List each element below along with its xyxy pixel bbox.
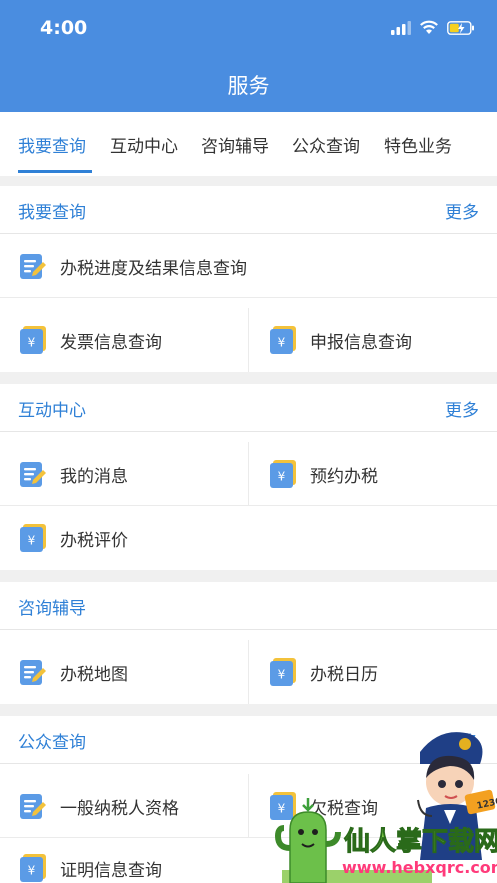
page-title: 服务 <box>227 74 270 98</box>
battery-charging-icon <box>447 20 474 35</box>
service-item-tax-progress[interactable]: 办税进度及结果信息查询 <box>18 234 247 298</box>
service-item-my-messages[interactable]: 我的消息 <box>18 442 128 506</box>
column-divider <box>248 774 249 838</box>
active-tab-indicator <box>18 170 92 173</box>
signal-icon <box>391 20 411 35</box>
svg-text:¥: ¥ <box>28 864 36 878</box>
service-item-tax-map[interactable]: 办税地图 <box>18 640 128 704</box>
more-link[interactable]: 更多 <box>445 396 479 421</box>
service-item-tax-calendar[interactable]: ¥ 办税日历 <box>268 640 378 704</box>
svg-text:¥: ¥ <box>278 470 286 484</box>
tab-public-query[interactable]: 公众查询 <box>292 132 360 157</box>
svg-text:¥: ¥ <box>28 534 36 548</box>
yuan-card-icon: ¥ <box>20 854 46 882</box>
tab-special-business[interactable]: 特色业务 <box>384 132 452 157</box>
list-row: ¥ 办税评价 <box>0 506 497 570</box>
form-edit-icon <box>20 462 46 487</box>
tab-consulting[interactable]: 咨询辅导 <box>201 132 269 157</box>
list-row: 我的消息 ¥ 预约办税 <box>0 442 497 506</box>
form-edit-icon <box>20 254 46 279</box>
section-title: 互动中心 <box>18 401 86 421</box>
list-row: 办税地图 ¥ 办税日历 <box>0 640 497 704</box>
service-item-label: 办税进度及结果信息查询 <box>60 258 247 279</box>
service-item-label: 办税日历 <box>310 664 378 685</box>
tab-interaction-center[interactable]: 互动中心 <box>110 132 178 157</box>
yuan-card-icon: ¥ <box>270 460 296 488</box>
yuan-card-icon: ¥ <box>270 326 296 354</box>
service-item-declaration-query[interactable]: ¥ 申报信息查询 <box>268 308 412 372</box>
column-divider <box>248 640 249 704</box>
section-title: 我要查询 <box>18 203 86 223</box>
tab-my-query[interactable]: 我要查询 <box>18 132 86 157</box>
yuan-card-icon: ¥ <box>20 524 46 552</box>
status-icons <box>391 20 475 35</box>
service-item-general-taxpayer[interactable]: 一般纳税人资格 <box>18 774 179 838</box>
service-item-appointment[interactable]: ¥ 预约办税 <box>268 442 378 506</box>
svg-text:¥: ¥ <box>278 668 286 682</box>
service-item-label: 办税地图 <box>60 664 128 685</box>
service-item-label: 申报信息查询 <box>310 332 412 353</box>
service-item-label: 证明信息查询 <box>60 860 162 881</box>
form-edit-icon <box>20 660 46 685</box>
site-watermark-logo: 仙人掌下载网 www.hebxqrc.com 1236 <box>274 732 497 883</box>
section-my-query: 我要查询 更多 办税进度及结果信息查询 ¥ 发票信息查询 ¥ 申报信息查询 <box>0 186 497 372</box>
service-item-label: 我的消息 <box>60 466 128 487</box>
list-row: 办税进度及结果信息查询 <box>0 234 497 298</box>
section-title: 公众查询 <box>18 733 86 753</box>
service-item-label: 一般纳税人资格 <box>60 798 179 819</box>
section-interaction-center: 互动中心 更多 我的消息 ¥ 预约办税 ¥ 办税评价 <box>0 384 497 570</box>
section-title: 咨询辅导 <box>18 599 86 619</box>
service-item-invoice-query[interactable]: ¥ 发票信息查询 <box>18 308 162 372</box>
section-consulting: 咨询辅导 办税地图 ¥ 办税日历 <box>0 582 497 704</box>
section-header: 我要查询 更多 <box>0 186 497 234</box>
watermark-url: www.hebxqrc.com <box>342 858 497 877</box>
column-divider <box>248 442 249 506</box>
app-header: 4:00 服务 <box>0 0 497 112</box>
yuan-card-icon: ¥ <box>270 658 296 686</box>
column-divider <box>248 308 249 372</box>
section-header: 咨询辅导 <box>0 582 497 630</box>
service-item-label: 办税评价 <box>60 530 128 551</box>
more-link[interactable]: 更多 <box>445 198 479 223</box>
status-time: 4:00 <box>40 17 88 39</box>
wifi-icon <box>420 20 438 34</box>
svg-text:¥: ¥ <box>28 336 36 350</box>
svg-text:¥: ¥ <box>278 336 286 350</box>
service-item-label: 发票信息查询 <box>60 332 162 353</box>
yuan-card-icon: ¥ <box>20 326 46 354</box>
watermark-brand: 仙人掌下载网 <box>344 827 497 857</box>
service-item-tax-evaluation[interactable]: ¥ 办税评价 <box>18 506 128 570</box>
service-item-label: 预约办税 <box>310 466 378 487</box>
section-header: 互动中心 更多 <box>0 384 497 432</box>
service-item-certificate-query[interactable]: ¥ 证明信息查询 <box>18 838 162 883</box>
list-row: ¥ 发票信息查询 ¥ 申报信息查询 <box>0 308 497 372</box>
tab-bar: 我要查询 互动中心 咨询辅导 公众查询 特色业务 <box>0 112 497 176</box>
status-bar: 4:00 <box>0 0 497 60</box>
form-edit-icon <box>20 794 46 819</box>
